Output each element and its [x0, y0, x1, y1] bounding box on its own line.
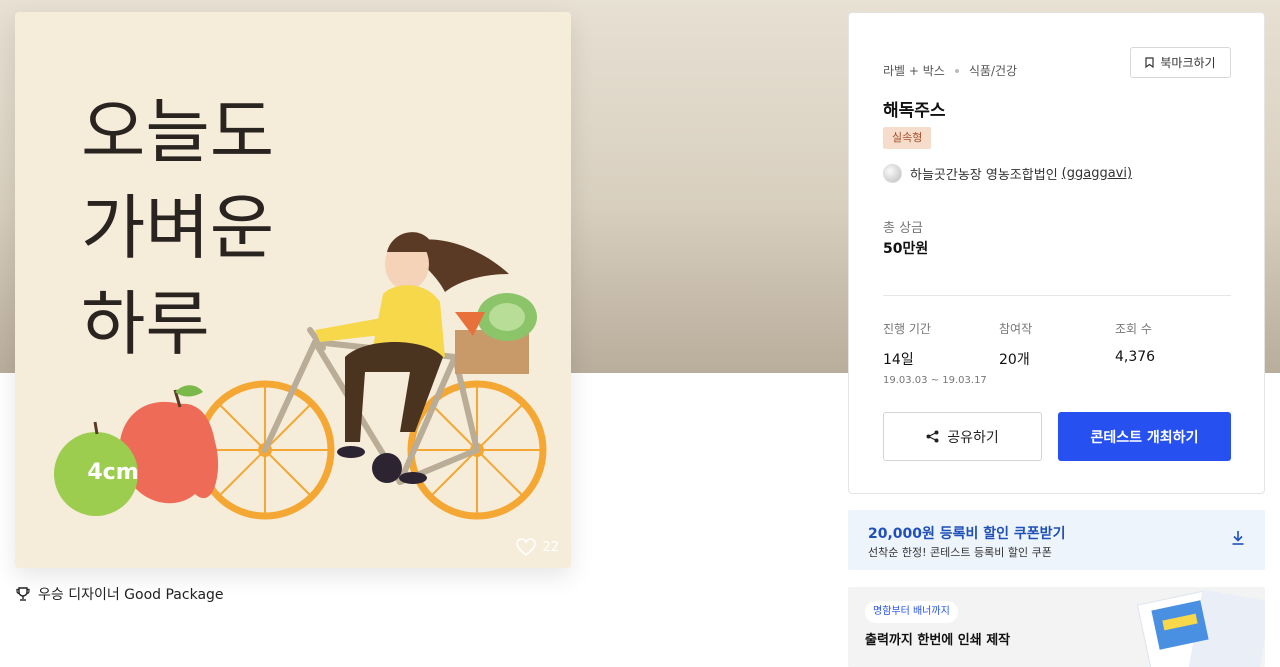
heart-icon: [516, 538, 537, 556]
stat-label: 진행 기간: [883, 322, 931, 336]
download-icon[interactable]: [1231, 530, 1245, 546]
share-label: 공유하기: [947, 429, 999, 446]
breadcrumb: 라벨 + 박스 식품/건강: [883, 62, 1017, 79]
stat-value: 14일: [883, 352, 914, 368]
host-handle[interactable]: (ggaggavi): [1062, 166, 1132, 181]
winner-designer-text: 우승 디자이너 Good Package: [38, 587, 224, 603]
like-button[interactable]: 22: [516, 538, 559, 556]
ad-title: 출력까지 한번에 인쇄 제작: [865, 633, 1011, 648]
coupon-subtitle: 선착순 한정! 콘테스트 등록비 할인 쿠폰: [868, 546, 1052, 559]
share-button[interactable]: 공유하기: [883, 412, 1042, 461]
host-info[interactable]: 하늘곳간농장 영농조합법인 (ggaggavi): [883, 164, 1132, 183]
trophy-icon: [16, 587, 30, 601]
separator-dot: [954, 68, 959, 73]
winner-designer: 우승 디자이너 Good Package: [16, 584, 224, 604]
stat-views: 조회 수 4,376: [1115, 320, 1155, 365]
host-contest-button[interactable]: 콘테스트 개최하기: [1058, 412, 1231, 461]
host-name: 하늘곳간농장 영농조합법인: [910, 168, 1058, 183]
share-icon: [926, 430, 939, 443]
prize-label: 총 상금: [883, 221, 924, 236]
artwork-line: 하루: [81, 283, 210, 365]
bookmark-label: 북마크하기: [1160, 56, 1216, 70]
print-samples-image: [1136, 589, 1265, 667]
print-ad-banner[interactable]: 명함부터 배너까지 출력까지 한번에 인쇄 제작: [848, 587, 1265, 667]
artwork-headline: 오늘도 가벼운 하루: [81, 84, 274, 372]
stat-value: 4,376: [1115, 349, 1156, 365]
stat-label: 참여작: [999, 322, 1033, 336]
category-link[interactable]: 라벨 + 박스: [883, 62, 945, 79]
contest-info-panel: 라벨 + 박스 식품/건강 북마크하기 해독주스 실속형 하늘곳간농장 영농조합…: [848, 12, 1265, 494]
bookmark-icon: [1145, 57, 1154, 68]
divider: [883, 295, 1231, 296]
artwork-line: 가벼운: [81, 187, 275, 269]
contest-title: 해독주스: [883, 101, 946, 121]
like-count: 22: [542, 539, 559, 555]
prize-value: 50만원: [883, 241, 929, 257]
avatar: [883, 164, 902, 183]
stat-date-range: 19.03.03 ~ 19.03.17: [883, 375, 987, 386]
bookmark-button[interactable]: 북마크하기: [1130, 47, 1231, 78]
coupon-title: 20,000원 등록비 할인 쿠폰받기: [868, 526, 1066, 542]
artwork-line: 오늘도: [81, 91, 275, 173]
stat-label: 조회 수: [1115, 322, 1152, 336]
apple-size-label: 4cm: [87, 460, 139, 485]
stat-duration: 진행 기간 14일 19.03.03 ~ 19.03.17: [883, 320, 987, 386]
stat-entries: 참여작 20개: [999, 320, 1032, 369]
artwork-card[interactable]: 오늘도 가벼운 하루 4cm 22: [15, 12, 571, 568]
coupon-banner[interactable]: 20,000원 등록비 할인 쿠폰받기 선착순 한정! 콘테스트 등록비 할인 …: [848, 510, 1265, 570]
stat-value: 20개: [999, 352, 1030, 368]
category-link[interactable]: 식품/건강: [969, 62, 1017, 79]
tier-badge: 실속형: [883, 127, 932, 149]
ad-pill: 명함부터 배너까지: [865, 601, 958, 623]
